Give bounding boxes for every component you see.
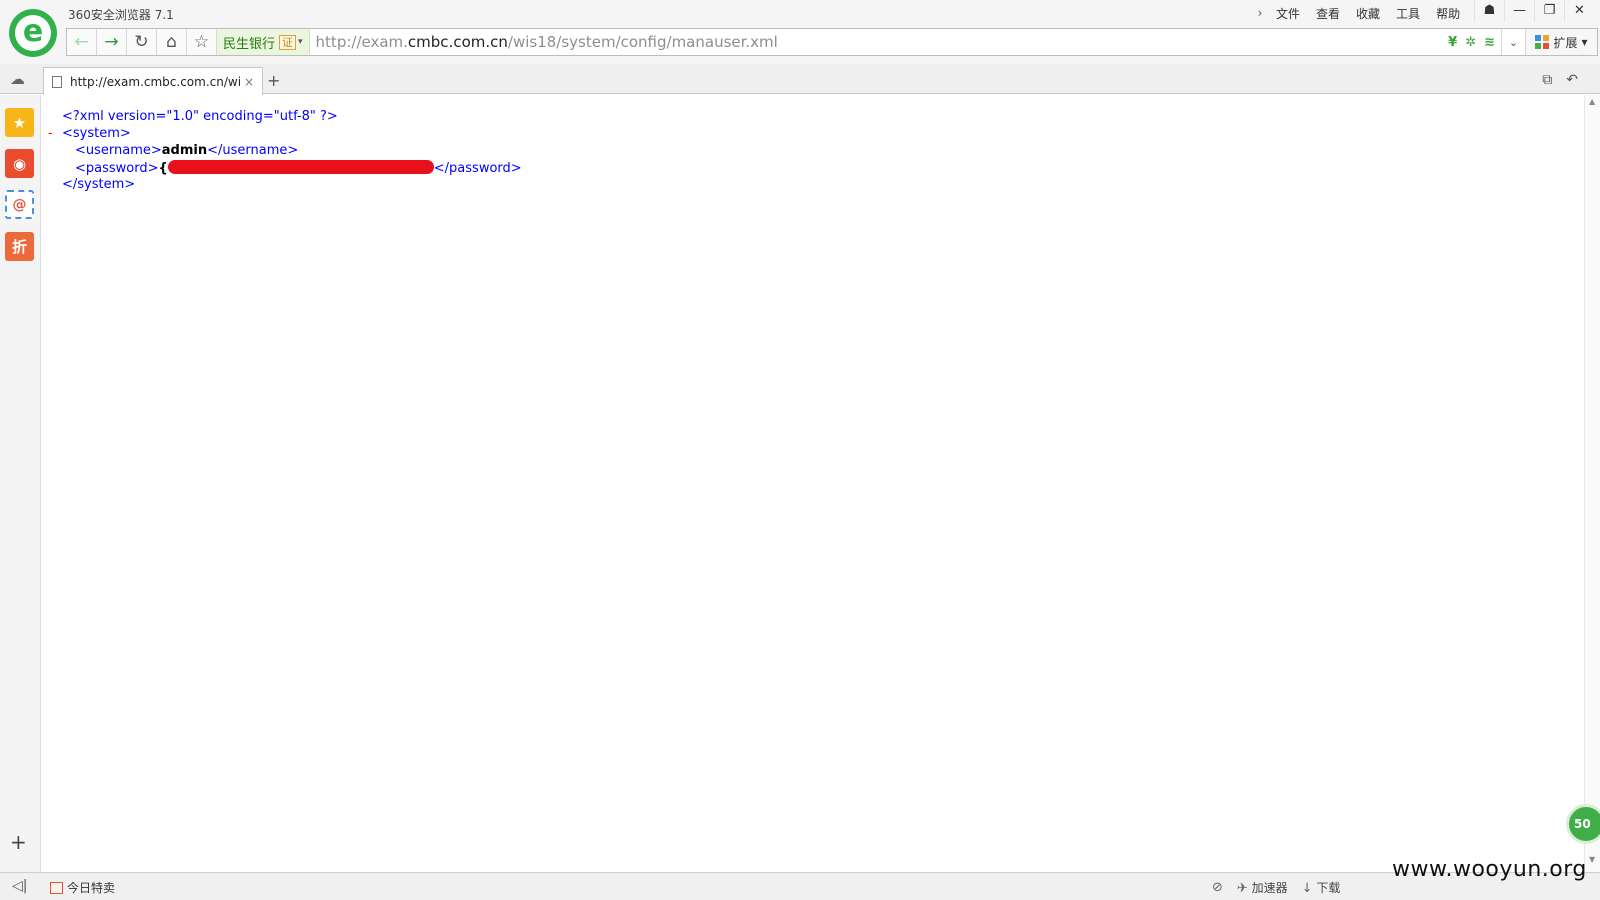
weibo-icon[interactable]: ◉ [5, 149, 34, 178]
left-sidebar: ★ ◉ @ 折 + [0, 95, 41, 872]
skin-icon[interactable]: ☗ [1474, 0, 1504, 22]
collapse-toggle[interactable]: - [48, 126, 53, 141]
daily-sale-label: 今日特卖 [67, 881, 116, 895]
tab-list-icon[interactable]: ⧉ [1542, 72, 1552, 88]
status-tools: ⊘ ✈ 加速器 ↓ 下载 [1212, 879, 1340, 896]
close-button[interactable]: ✕ [1564, 0, 1594, 22]
undo-close-tab-icon[interactable]: ↶ [1566, 72, 1578, 88]
extensions-grid-icon [1535, 35, 1550, 49]
xml-system-close: </system> [62, 177, 135, 192]
minimize-button[interactable]: — [1504, 0, 1534, 22]
cert-name: 民生银行 [223, 36, 276, 52]
sidebar-add-button[interactable]: + [10, 830, 27, 854]
menu-file[interactable]: 文件 [1268, 5, 1308, 22]
cloud-sync-icon[interactable]: ☁ [10, 70, 25, 88]
download-label: 下载 [1316, 881, 1341, 895]
browser-logo-icon: e [9, 9, 57, 57]
password-value-visible: { [158, 161, 168, 176]
password-close-tag: </password> [433, 161, 522, 176]
menu-help[interactable]: 帮助 [1428, 5, 1468, 22]
floating-badge[interactable]: 50 [1566, 804, 1600, 844]
menu-view[interactable]: 查看 [1308, 5, 1348, 22]
favorites-star-icon[interactable]: ★ [5, 108, 34, 137]
extensions-caret-icon: ▾ [1581, 35, 1588, 49]
address-bar-icons: ¥ ✲ ≋ [1442, 29, 1501, 55]
scroll-down-icon[interactable]: ▼ [1589, 855, 1595, 864]
rocket-icon: ✈ [1236, 881, 1248, 896]
mail-icon[interactable]: @ [5, 190, 34, 219]
tab-active[interactable]: http://exam.cmbc.com.cn/wi: × [43, 67, 263, 95]
speed-mode-icon[interactable]: ≋ [1484, 35, 1495, 50]
new-tab-button[interactable]: + [267, 71, 280, 90]
url-host: cmbc.com.cn [407, 33, 508, 51]
vertical-scrollbar[interactable]: ▲ ▼ [1584, 95, 1600, 872]
home-button[interactable]: ⌂ [157, 29, 187, 55]
sidebar-toggle-icon[interactable]: ◁| [12, 878, 27, 894]
extensions-button[interactable]: 扩展 ▾ [1525, 29, 1597, 55]
menu-tools[interactable]: 工具 [1388, 5, 1428, 22]
cert-verified-icon: 证 [279, 34, 297, 50]
tab-strip: ☁ http://exam.cmbc.com.cn/wi: × + ⧉ ↶ [0, 64, 1600, 95]
restore-button[interactable]: ❐ [1534, 0, 1564, 22]
password-open-tag: <password> [75, 161, 159, 176]
address-bar[interactable]: http://exam. cmbc.com.cn/wis18/system/con… [310, 29, 1443, 55]
accelerator-label: 加速器 [1251, 881, 1288, 895]
xml-password-line: <password>{ </password> [75, 160, 522, 176]
download-button[interactable]: ↓ 下载 [1302, 879, 1341, 896]
navigation-bar: ← → ↻ ⌂ ☆ 民生银行 证 ▾ http://exam. cmbc.com.… [66, 28, 1598, 56]
security-icon[interactable]: ✲ [1465, 35, 1476, 50]
scroll-up-icon[interactable]: ▲ [1589, 97, 1595, 106]
daily-sale-link[interactable]: 今日特卖 [50, 879, 115, 896]
download-icon: ↓ [1301, 881, 1313, 896]
tab-title: http://exam.cmbc.com.cn/wi: [70, 74, 240, 89]
username-value: admin [161, 143, 208, 158]
gift-icon [50, 881, 63, 894]
xml-declaration: <?xml version="1.0" encoding="utf-8" ?> [62, 109, 338, 124]
menu-favorites[interactable]: 收藏 [1348, 5, 1388, 22]
accelerator-button[interactable]: ✈ 加速器 [1237, 879, 1288, 896]
system-close-tag: </system> [62, 177, 136, 192]
url-prefix: http://exam. [315, 33, 408, 51]
status-bar: ◁| 今日特卖 ⊘ ✈ 加速器 ↓ 下载 [0, 872, 1600, 900]
tab-strip-tools: ⧉ ↶ [1542, 72, 1578, 88]
window-controls: ☗ — ❐ ✕ [1474, 0, 1594, 22]
extensions-label: 扩展 [1553, 35, 1578, 50]
redaction-mark [167, 160, 434, 174]
forward-button[interactable]: → [97, 29, 127, 55]
xml-system-open: <system> [62, 126, 131, 141]
bookmark-star-button[interactable]: ☆ [187, 29, 217, 55]
system-open-tag: <system> [62, 126, 131, 141]
no-image-mode-icon[interactable]: ⊘ [1212, 880, 1223, 895]
page-document-icon [52, 75, 62, 88]
payment-protect-icon[interactable]: ¥ [1448, 35, 1457, 50]
discount-icon[interactable]: 折 [5, 232, 34, 261]
xml-username-line: <username>admin</username> [75, 143, 298, 158]
app-title: 360安全浏览器 7.1 [68, 8, 174, 22]
watermark-text: www.wooyun.org [1392, 857, 1587, 882]
xml-document-view: <?xml version="1.0" encoding="utf-8" ?> … [42, 95, 1584, 872]
refresh-button[interactable]: ↻ [127, 29, 157, 55]
site-certificate-badge[interactable]: 民生银行 证 ▾ [217, 29, 310, 55]
title-bar: e 360安全浏览器 7.1 › 文件 查看 收藏 工具 帮助 ☗ — ❐ ✕ … [0, 0, 1600, 64]
back-button[interactable]: ← [67, 29, 97, 55]
username-open-tag: <username> [75, 143, 162, 158]
address-dropdown-icon[interactable]: ⌄ [1501, 29, 1525, 55]
username-close-tag: </username> [207, 143, 299, 158]
url-path: /wis18/system/config/manauser.xml [507, 33, 778, 51]
cert-caret-icon: ▾ [298, 37, 303, 47]
menu-bar: › 文件 查看 收藏 工具 帮助 [1252, 3, 1468, 23]
menu-chevron-icon[interactable]: › [1252, 6, 1268, 20]
tab-close-icon[interactable]: × [244, 75, 254, 89]
